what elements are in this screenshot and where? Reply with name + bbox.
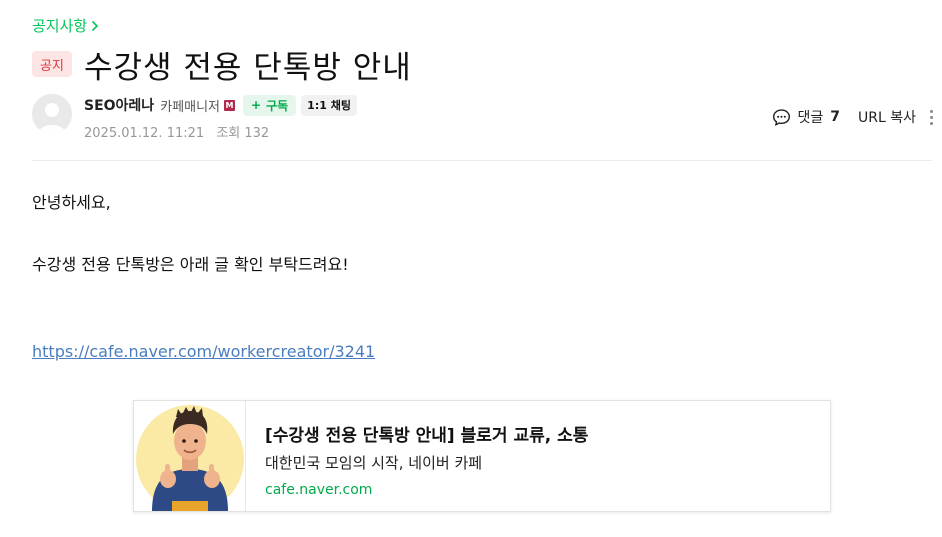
views-label: 조회: [216, 126, 241, 141]
author-role: 카페매니저: [160, 99, 221, 115]
link-preview-title: [수강생 전용 단톡방 안내] 블로거 교류, 소통: [265, 426, 589, 446]
post-link[interactable]: https://cafe.naver.com/workercreator/324…: [32, 342, 375, 361]
link-preview-card[interactable]: [수강생 전용 단톡방 안내] 블로거 교류, 소통 대한민국 모임의 시작, …: [133, 400, 831, 512]
thumbs-up-character-image: [136, 405, 244, 511]
comment-label: 댓글: [797, 110, 824, 126]
follow-label: 구독: [266, 98, 289, 113]
article-actions: 댓글 7 URL 복사: [772, 107, 934, 127]
comment-count: 7: [830, 109, 840, 125]
notice-badge: 공지: [32, 51, 72, 77]
divider: [32, 160, 932, 161]
link-preview-url: cafe.naver.com: [265, 482, 373, 498]
comment-bubble-icon: [773, 108, 791, 126]
author-info: SEO아레나 카페매니저 M + 구독 1:1 채팅: [84, 94, 357, 116]
follow-button[interactable]: + 구독: [243, 94, 297, 116]
views-count: 132: [244, 126, 270, 141]
author-name[interactable]: SEO아레나: [84, 95, 154, 115]
chevron-right-icon: [92, 20, 99, 31]
breadcrumb[interactable]: 공지사항: [32, 15, 99, 36]
greeting-text: 안녕하세요,: [32, 193, 111, 212]
plus-icon: +: [251, 98, 262, 112]
more-vertical-icon[interactable]: [928, 109, 934, 125]
comment-button[interactable]: 댓글 7: [772, 107, 840, 127]
post-date: 2025.01.12. 11:21: [84, 126, 205, 141]
body-text: 수강생 전용 단톡방은 아래 글 확인 부탁드려요!: [32, 255, 349, 274]
chat-button[interactable]: 1:1 채팅: [301, 94, 357, 116]
breadcrumb-label: 공지사항: [32, 17, 88, 35]
avatar[interactable]: [32, 94, 72, 134]
page-title: 수강생 전용 단톡방 안내: [84, 50, 412, 86]
post-meta: 2025.01.12. 11:21 조회 132: [84, 122, 269, 141]
url-copy-button[interactable]: URL 복사: [858, 107, 916, 127]
manager-mark-icon: M: [224, 99, 236, 111]
link-preview-info: [수강생 전용 단톡방 안내] 블로거 교류, 소통 대한민국 모임의 시작, …: [246, 401, 588, 511]
default-avatar-icon: [32, 94, 72, 134]
link-preview-description: 대한민국 모임의 시작, 네이버 카페: [265, 454, 483, 472]
link-preview-thumbnail: [134, 401, 246, 511]
